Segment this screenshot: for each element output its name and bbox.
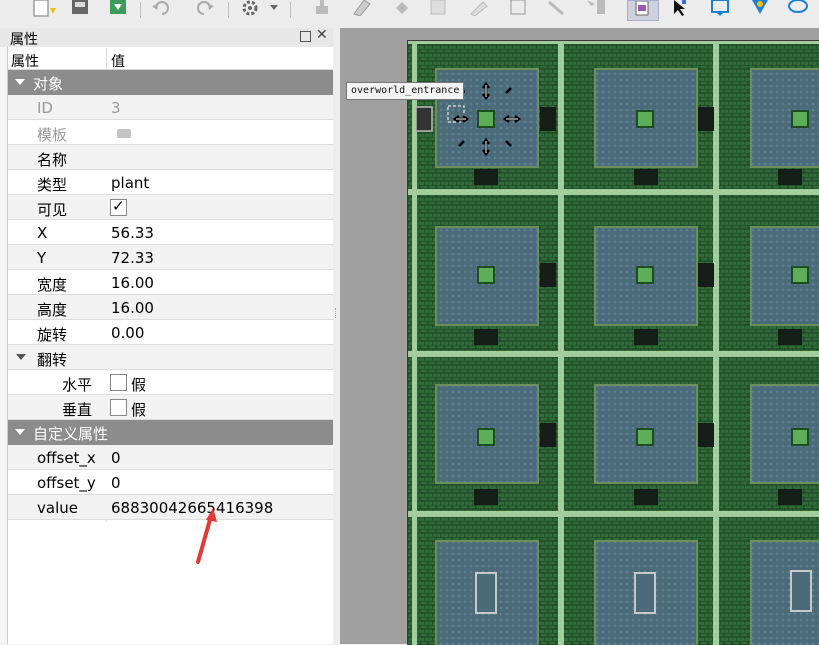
property-name: 类型: [37, 176, 68, 194]
group-label: 自定义属性: [33, 425, 109, 443]
property-row-flip-horizontal[interactable]: 水平 假: [8, 370, 333, 395]
property-name: 名称: [37, 151, 68, 169]
redo-icon[interactable]: [192, 0, 216, 16]
float-dock-icon[interactable]: [300, 31, 311, 42]
tile-stamp-icon[interactable]: [545, 0, 569, 16]
close-dock-icon[interactable]: ✕: [316, 27, 328, 43]
pointer-icon[interactable]: [668, 0, 692, 16]
property-name: offset_y: [37, 474, 96, 492]
tile-map[interactable]: [407, 40, 819, 645]
property-row-height[interactable]: 高度 16.00: [8, 295, 333, 320]
property-value[interactable]: 0: [111, 474, 121, 492]
property-row-flip-vertical[interactable]: 垂直 假: [8, 395, 333, 420]
eraser-icon[interactable]: [350, 0, 374, 16]
property-value[interactable]: 16.00: [111, 299, 154, 317]
property-value[interactable]: plant: [111, 174, 149, 192]
group-custom-properties[interactable]: 自定义属性: [8, 420, 333, 445]
property-row-y[interactable]: Y 72.33: [8, 245, 333, 270]
collapse-arrow-icon[interactable]: [16, 354, 26, 360]
property-name: ID: [37, 99, 53, 117]
fill-icon[interactable]: [390, 0, 414, 16]
point-icon[interactable]: [748, 0, 772, 16]
property-row-template[interactable]: 模板: [8, 120, 333, 145]
collapse-arrow-icon[interactable]: [15, 429, 25, 435]
property-row-visible[interactable]: 可见: [8, 195, 333, 220]
property-value[interactable]: 0: [111, 449, 121, 467]
property-grid-header: 属性 值: [8, 48, 333, 70]
property-name: 翻转: [37, 351, 68, 369]
properties-dock: 属性 ✕ 属性 值 对象 ID 3 模板 名称 类型 plant 可见 ✓ X …: [0, 27, 334, 644]
property-name: 可见: [37, 201, 68, 219]
flip-vertical-checkbox[interactable]: [110, 399, 127, 416]
active-tool-button[interactable]: [627, 0, 659, 21]
property-grid: 属性 值 对象 ID 3 模板 名称 类型 plant 可见 ✓ X 56.33…: [7, 47, 334, 644]
checkbox-value-text: 假: [131, 401, 147, 419]
header-property: 属性: [11, 54, 39, 70]
export-icon[interactable]: [106, 0, 130, 16]
property-name: offset_x: [37, 449, 96, 467]
property-row-type[interactable]: 类型 plant: [8, 170, 333, 195]
dock-title-bar: 属性 ✕: [0, 27, 333, 48]
undo-icon[interactable]: [150, 0, 174, 16]
header-value: 值: [111, 54, 125, 70]
property-value[interactable]: 16.00: [111, 274, 154, 292]
toolbar-separator: [228, 2, 229, 18]
property-row-id[interactable]: ID 3: [8, 95, 333, 120]
dock-splitter[interactable]: [333, 28, 340, 644]
main-toolbar: [0, 0, 819, 29]
select-same-icon[interactable]: [507, 0, 531, 16]
property-value[interactable]: 72.33: [111, 249, 154, 267]
property-row-rotation[interactable]: 旋转 0.00: [8, 320, 333, 345]
property-row-x[interactable]: X 56.33: [8, 220, 333, 245]
property-value[interactable]: 56.33: [111, 224, 154, 242]
property-group-flip[interactable]: 翻转: [8, 345, 333, 370]
map-view[interactable]: overworld_entrance: [340, 28, 819, 645]
rect-select-icon[interactable]: [427, 0, 451, 16]
insert-template-icon: [635, 0, 649, 16]
annotation-arrow-icon: [196, 508, 217, 564]
object-name-label: overworld_entrance: [346, 82, 465, 100]
dropdown-icon[interactable]: [266, 0, 282, 16]
property-name: 宽度: [37, 276, 68, 294]
property-name: value: [37, 499, 78, 517]
ellipse-icon[interactable]: [786, 0, 810, 16]
property-value: 3: [111, 99, 121, 117]
rectangle-icon[interactable]: [708, 0, 732, 16]
group-label: 对象: [33, 75, 64, 93]
property-name: 旋转: [37, 326, 68, 344]
property-row-name[interactable]: 名称: [8, 145, 333, 170]
property-name: 模板: [37, 126, 68, 144]
property-row-offset-x[interactable]: offset_x 0: [8, 445, 333, 470]
new-file-icon[interactable]: [30, 0, 58, 20]
property-row-value[interactable]: value 68830042665416398: [8, 495, 333, 520]
group-object[interactable]: 对象: [8, 70, 333, 95]
save-icon[interactable]: [68, 0, 92, 16]
flip-horizontal-checkbox[interactable]: [110, 374, 127, 391]
property-name: 高度: [37, 301, 68, 319]
checkbox-value-text: 假: [131, 376, 147, 394]
stamp-icon[interactable]: [310, 0, 334, 16]
toolbar-separator: [290, 2, 291, 18]
command-gear-icon[interactable]: [238, 0, 262, 16]
property-name: X: [37, 224, 48, 242]
property-name: 垂直: [62, 401, 93, 419]
dock-title: 属性: [10, 32, 38, 48]
property-name: Y: [37, 249, 47, 267]
visible-checkbox[interactable]: [110, 197, 127, 216]
property-name: 水平: [62, 376, 93, 394]
property-row-offset-y[interactable]: offset_y 0: [8, 470, 333, 495]
property-value[interactable]: 0.00: [111, 324, 144, 342]
collapse-arrow-icon[interactable]: [15, 79, 25, 85]
toolbar-separator: [140, 2, 141, 18]
object-select-icon[interactable]: [585, 0, 609, 16]
property-row-width[interactable]: 宽度 16.00: [8, 270, 333, 295]
template-icon: [117, 129, 131, 138]
magic-wand-icon[interactable]: [467, 0, 491, 16]
